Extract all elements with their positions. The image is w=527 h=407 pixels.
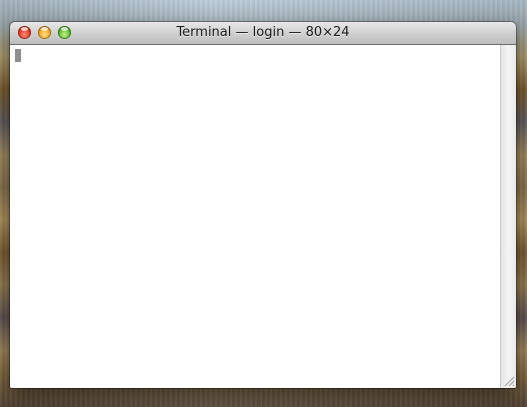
text-cursor [15,49,21,62]
window-title: Terminal — login — 80×24 [176,25,350,40]
title-bar[interactable]: Terminal — login — 80×24 [10,22,516,45]
terminal-window[interactable]: Terminal — login — 80×24 [10,22,516,388]
resize-grip-icon[interactable] [501,373,515,387]
vertical-scrollbar[interactable] [500,45,516,388]
terminal-content-area[interactable] [10,45,500,388]
